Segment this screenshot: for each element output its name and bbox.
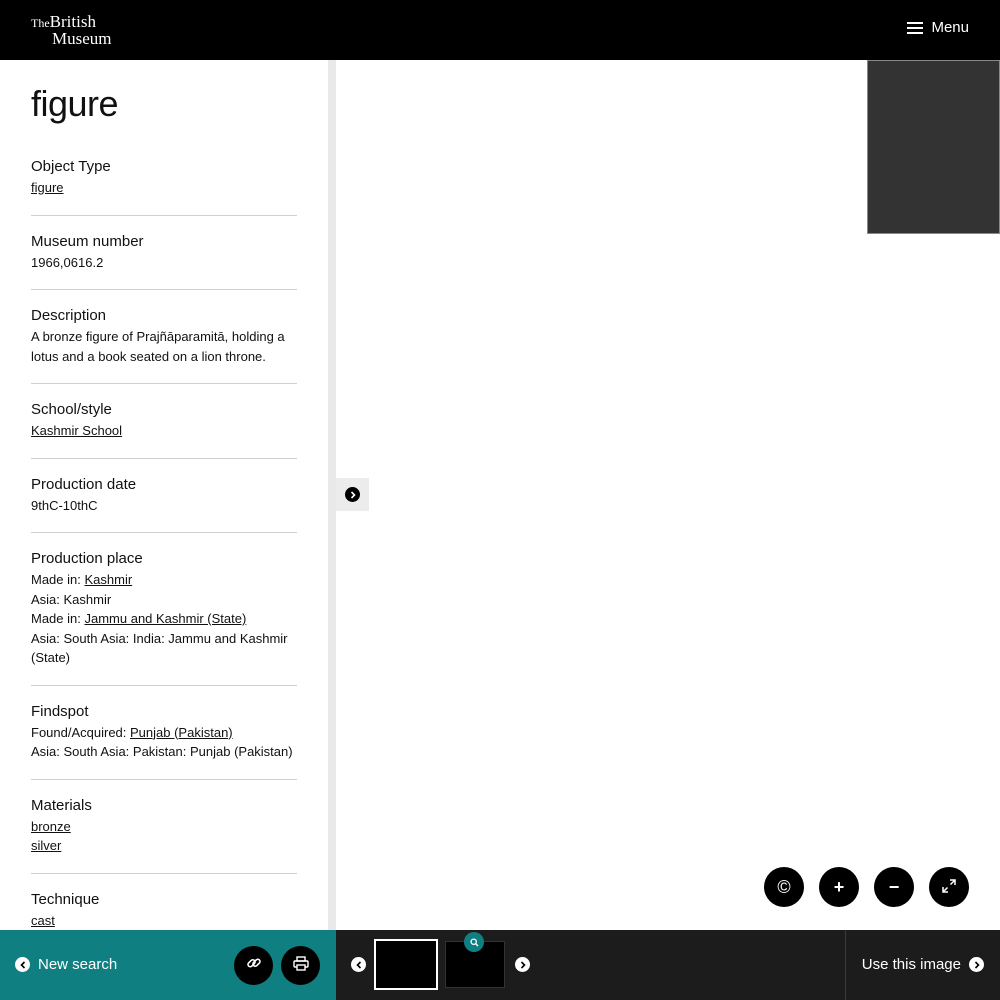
logo-museum: Museum xyxy=(52,29,112,48)
fullscreen-button[interactable] xyxy=(929,867,969,907)
detail-link[interactable]: Kashmir xyxy=(84,572,132,587)
detail-link[interactable]: cast xyxy=(31,913,55,928)
detail-line: Made in: Jammu and Kashmir (State) xyxy=(31,609,297,629)
detail-link[interactable]: bronze xyxy=(31,819,71,834)
detail-text: 1966,0616.2 xyxy=(31,254,104,270)
detail-section-title: Materials xyxy=(31,796,92,814)
new-search-label: New search xyxy=(38,956,118,973)
detail-text: 9thC-10thC xyxy=(31,497,98,513)
detail-section: Object Type figure xyxy=(31,157,297,216)
detail-line: Asia: South Asia: India: Jammu and Kashm… xyxy=(31,629,297,668)
detail-line: 9thC-10thC xyxy=(31,496,297,516)
detail-line: A bronze figure of Prajñāparamitā, holdi… xyxy=(31,327,297,366)
detail-line-prefix: Made in: xyxy=(31,572,85,587)
menu-label: Menu xyxy=(931,19,969,36)
new-search-button[interactable]: New search xyxy=(15,956,117,973)
thumbnail-image-1[interactable] xyxy=(374,939,438,990)
detail-section: Findspot Found/Acquired: Punjab (Pakistan… xyxy=(31,702,297,780)
link-icon xyxy=(246,955,262,976)
logo-the: The xyxy=(31,16,50,30)
hamburger-icon xyxy=(907,21,924,34)
detail-line: Asia: South Asia: Pakistan: Punjab (Paki… xyxy=(31,742,297,762)
detail-line-prefix: Found/Acquired: xyxy=(31,724,131,740)
detail-line: silver xyxy=(31,836,297,856)
chevron-right-icon xyxy=(520,960,526,969)
chevron-left-icon xyxy=(355,960,361,969)
detail-link[interactable]: Jammu and Kashmir (State) xyxy=(84,611,246,626)
detail-section: School/style Kashmir School xyxy=(31,400,297,459)
detail-section-title: Production place xyxy=(31,550,143,567)
chevron-right-icon xyxy=(969,957,984,972)
zoom-in-button[interactable]: + xyxy=(819,867,859,907)
detail-section: Production date 9thC-10thC xyxy=(31,475,297,533)
detail-line: Kashmir School xyxy=(31,421,297,441)
british-museum-logo[interactable]: TheBritish Museum xyxy=(31,13,112,48)
page-title: figure xyxy=(31,83,119,124)
footer-actions: New search xyxy=(0,930,336,1000)
image-viewer[interactable]: © + − xyxy=(336,60,1000,930)
use-this-image-button[interactable]: Use this image xyxy=(862,956,984,973)
detail-text: Asia: South Asia: Pakistan: Punjab (Paki… xyxy=(31,744,293,759)
zoom-out-button[interactable]: − xyxy=(874,867,914,907)
previous-image-button[interactable] xyxy=(351,957,366,972)
expand-icon xyxy=(942,877,956,898)
viewer-controls: © + − xyxy=(764,867,969,907)
site-header: TheBritish Museum Menu xyxy=(0,0,1000,60)
image-thumbnail-bar: Use this image xyxy=(336,930,1000,1000)
detail-section-title: Technique xyxy=(31,890,100,908)
detail-line: Made in: Kashmir xyxy=(31,570,297,590)
detail-section-title: Museum number xyxy=(31,232,144,250)
detail-link[interactable]: Punjab (Pakistan) xyxy=(130,725,233,740)
copy-link-button[interactable] xyxy=(234,946,273,985)
detail-link[interactable]: silver xyxy=(31,838,61,853)
magnify-icon xyxy=(464,932,484,952)
detail-section: Museum number 1966,0616.2 xyxy=(31,232,297,290)
minus-icon: − xyxy=(888,876,900,897)
menu-button[interactable]: Menu xyxy=(907,19,969,36)
detail-line: Asia: Kashmir xyxy=(31,590,297,610)
detail-line: bronze xyxy=(31,817,297,837)
next-image-button[interactable] xyxy=(515,957,530,972)
detail-section: Description A bronze figure of Prajñāpara… xyxy=(31,306,297,384)
detail-line: cast xyxy=(31,911,297,931)
chevron-left-icon xyxy=(15,957,30,972)
panel-scrollbar[interactable] xyxy=(328,60,336,930)
detail-line: figure xyxy=(31,178,297,198)
detail-line-prefix: Made in: xyxy=(31,611,85,626)
detail-section-title: School/style xyxy=(31,401,112,418)
viewer-navigator-minimap[interactable] xyxy=(867,60,1000,234)
detail-text: Asia: Kashmir xyxy=(31,591,112,607)
detail-section-title: Description xyxy=(31,307,107,324)
detail-line: 1966,0616.2 xyxy=(31,253,297,273)
print-icon xyxy=(292,955,309,976)
detail-link[interactable]: Kashmir School xyxy=(31,423,122,438)
print-button[interactable] xyxy=(281,946,320,985)
detail-section: Techniquecastinlaid xyxy=(31,890,297,931)
detail-section-title: Production date xyxy=(31,475,137,493)
object-details-panel[interactable]: figure Object Type figure Museum number 196… xyxy=(0,60,328,930)
detail-section-title: Object Type xyxy=(31,158,111,175)
chevron-right-icon xyxy=(345,487,360,502)
detail-section-title: Findspot xyxy=(31,702,89,720)
detail-text: Asia: South Asia: India: Jammu and Kashm… xyxy=(31,630,288,666)
detail-link[interactable]: figure xyxy=(31,180,64,195)
footer-divider xyxy=(845,930,846,1000)
toggle-panel-button[interactable] xyxy=(336,478,369,511)
copyright-button[interactable]: © xyxy=(764,867,804,907)
details-sections: Object Type figure Museum number 1966,0616.… xyxy=(31,157,297,930)
use-image-label: Use this image xyxy=(861,956,961,973)
detail-text: A bronze figure of Prajñāparamitā, holdi… xyxy=(31,329,285,364)
plus-icon: + xyxy=(833,876,845,897)
detail-section: Production place Made in: Kashmir Asia: Ka… xyxy=(31,549,297,686)
detail-line: Found/Acquired: Punjab (Pakistan) xyxy=(31,723,297,743)
detail-section: Materials bronze silver xyxy=(31,796,297,874)
copyright-icon: © xyxy=(777,876,791,897)
